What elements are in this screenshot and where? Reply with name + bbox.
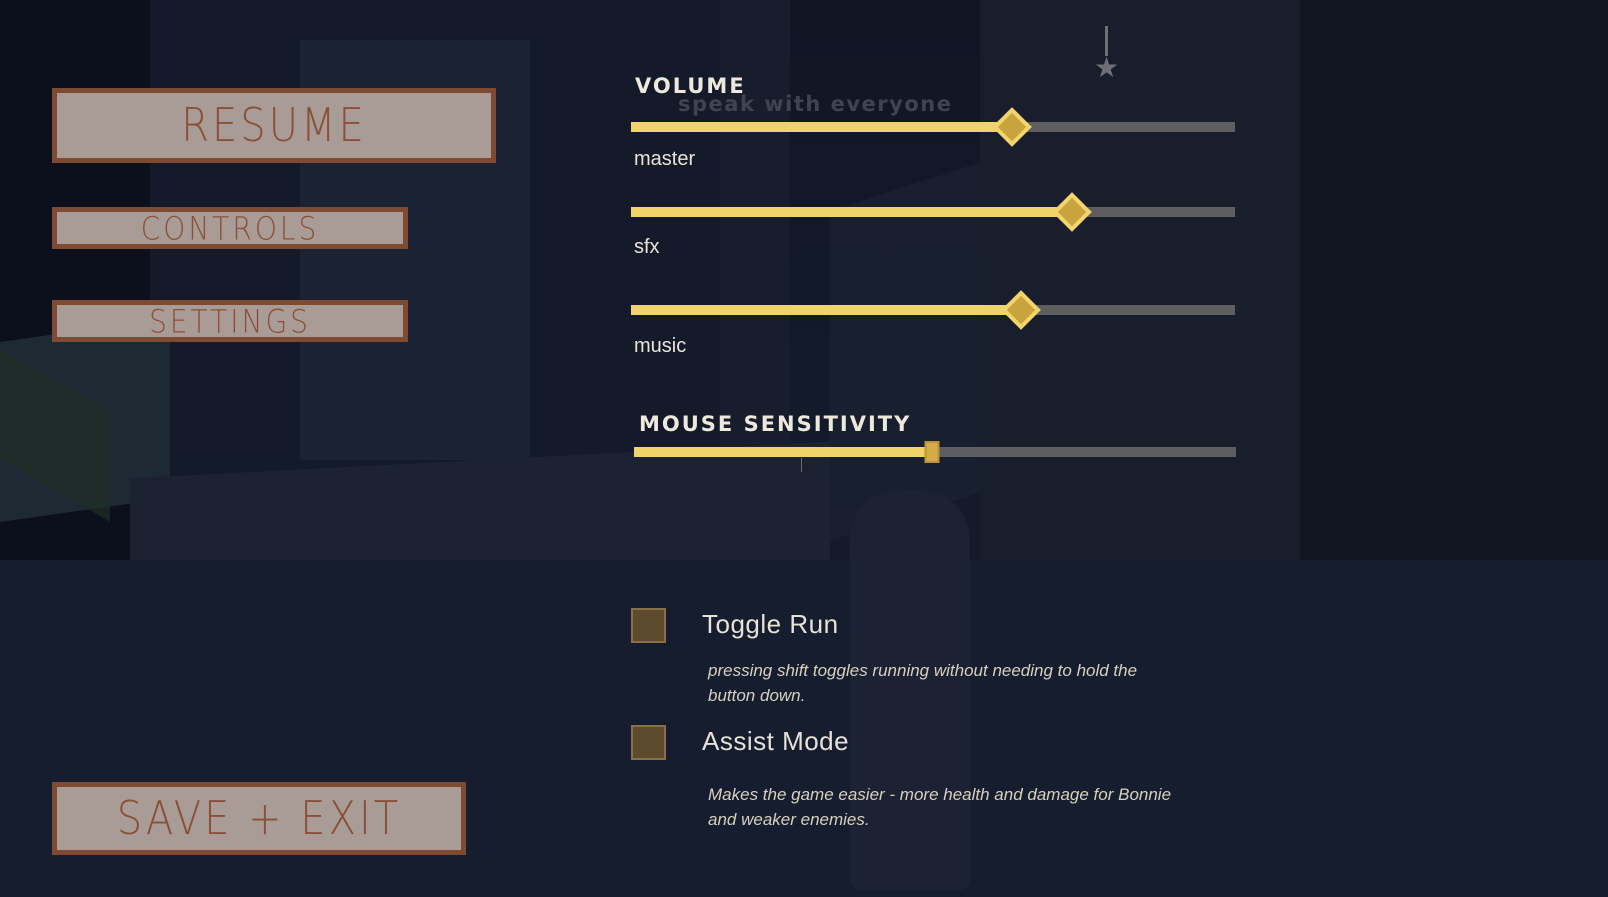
sfx-volume-slider[interactable] (631, 192, 1235, 232)
volume-title: VOLUME (635, 74, 746, 98)
settings-button[interactable]: SETTINGS (52, 300, 408, 342)
slider-fill (631, 122, 1012, 132)
crosshair-tick (801, 458, 802, 472)
sfx-volume-label: sfx (634, 236, 660, 258)
resume-button[interactable]: RESUME (52, 88, 496, 163)
star-icon: ★ (1094, 51, 1120, 84)
slider-fill (631, 305, 1021, 315)
toggle-run-label: Toggle Run (702, 609, 839, 639)
music-volume-label: music (634, 335, 687, 357)
save-exit-button[interactable]: SAVE + EXIT (52, 782, 466, 855)
toggle-run-description: pressing shift toggles running without n… (708, 661, 1138, 705)
slider-fill (634, 447, 932, 457)
mouse-sensitivity-slider[interactable] (634, 441, 1236, 463)
resume-label: RESUME (181, 99, 367, 152)
master-volume-slider[interactable] (631, 107, 1235, 147)
save-exit-label: SAVE + EXIT (116, 792, 402, 845)
slider-knob[interactable] (924, 441, 940, 463)
toggle-run-checkbox[interactable] (631, 608, 666, 643)
assist-mode-description: Makes the game easier - more health and … (708, 785, 1172, 829)
assist-mode-label: Assist Mode (702, 726, 850, 756)
master-volume-label: master (634, 148, 696, 170)
mouse-sensitivity-title: MOUSE SENSITIVITY (639, 412, 912, 436)
slider-fill (631, 207, 1072, 217)
assist-mode-checkbox[interactable] (631, 725, 666, 760)
controls-label: CONTROLS (140, 209, 320, 247)
music-volume-slider[interactable] (631, 290, 1235, 330)
settings-label: SETTINGS (149, 302, 311, 340)
controls-button[interactable]: CONTROLS (52, 207, 408, 249)
